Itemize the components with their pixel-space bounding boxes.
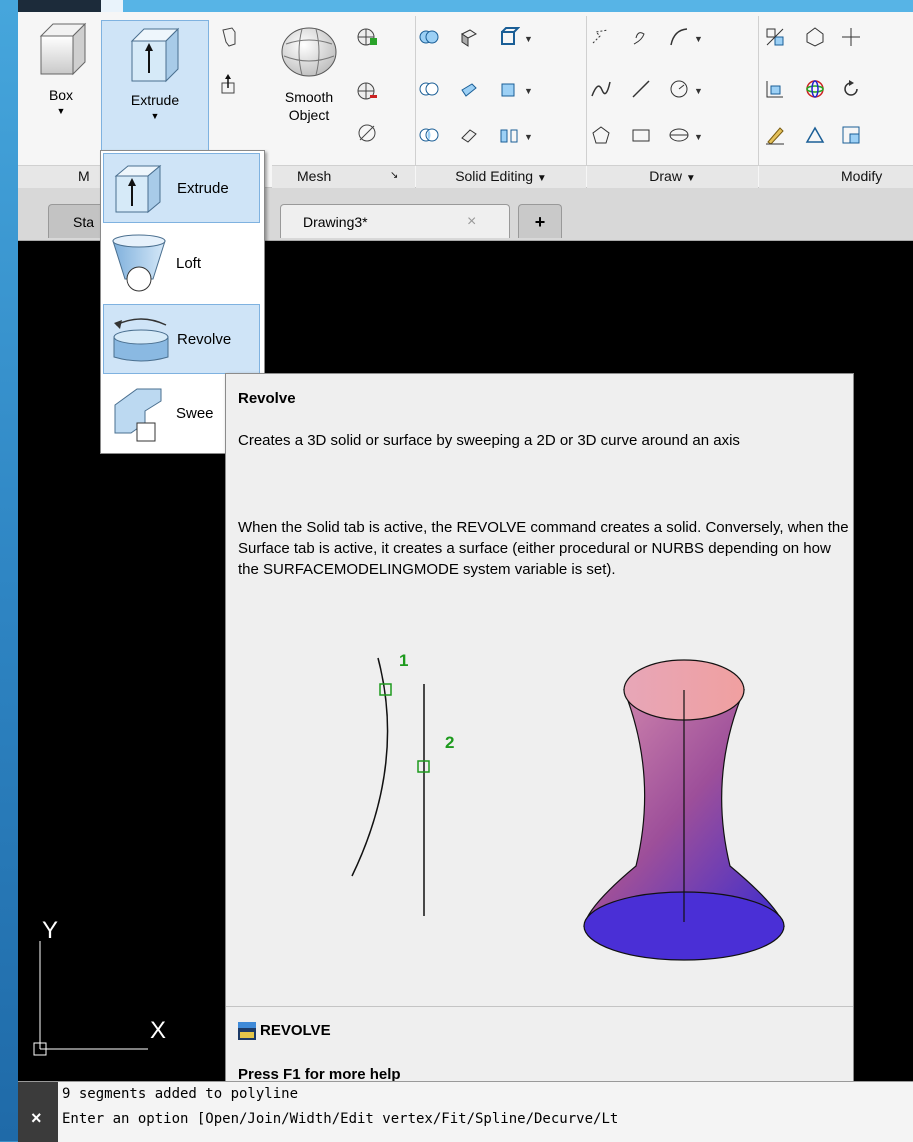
extrude-icon bbox=[114, 164, 162, 214]
menu-item-revolve[interactable]: Revolve bbox=[103, 304, 260, 374]
marker-1-label: 1 bbox=[399, 651, 409, 670]
polyline-icon[interactable] bbox=[590, 26, 612, 48]
chevron-down-icon[interactable]: ▼ bbox=[524, 34, 533, 44]
3d-mirror-icon[interactable] bbox=[804, 124, 826, 146]
rotate-icon[interactable] bbox=[840, 78, 862, 100]
rectangle-icon[interactable] bbox=[630, 124, 652, 146]
close-icon[interactable]: × bbox=[467, 205, 476, 239]
menu-item-label: Swee bbox=[176, 405, 214, 422]
polygon-icon[interactable] bbox=[590, 124, 612, 146]
command-line-grip[interactable]: × bbox=[18, 1082, 58, 1142]
interfere-icon[interactable] bbox=[458, 26, 480, 48]
new-tab-button[interactable]: + bbox=[518, 204, 562, 238]
tab-drawing3-label: Drawing3* bbox=[303, 214, 368, 230]
3d-rotate-icon[interactable] bbox=[804, 78, 826, 100]
chevron-down-icon: ▼ bbox=[150, 111, 160, 121]
gizmo-icon[interactable] bbox=[804, 26, 826, 48]
box-button[interactable]: Box ▼ bbox=[26, 18, 96, 128]
loft-icon bbox=[112, 234, 166, 292]
smooth-object-button[interactable]: Smooth Object bbox=[268, 22, 350, 152]
edit-icon[interactable] bbox=[764, 124, 786, 146]
draw-panel-title[interactable]: Draw ▼ bbox=[587, 165, 758, 188]
smooth-object-label-1: Smooth bbox=[284, 89, 334, 105]
union-icon[interactable] bbox=[418, 26, 440, 48]
ribbon-tab-strip bbox=[18, 0, 913, 12]
separate-icon[interactable] bbox=[498, 124, 520, 146]
box-label: Box bbox=[48, 87, 74, 103]
tooltip-separator bbox=[226, 1006, 853, 1007]
ucs-y-label: Y bbox=[42, 917, 59, 944]
close-icon[interactable]: × bbox=[31, 1108, 42, 1129]
chevron-down-icon: ▼ bbox=[536, 173, 547, 184]
box-icon bbox=[39, 22, 87, 76]
sweep-icon bbox=[114, 388, 162, 442]
tooltip-body: When the Solid tab is active, the REVOLV… bbox=[238, 519, 849, 578]
extract-edges-icon[interactable] bbox=[498, 26, 520, 48]
intersect-icon[interactable] bbox=[418, 124, 440, 146]
extrude-faces-icon[interactable] bbox=[498, 78, 520, 100]
tab-drawing3[interactable]: Drawing3* × bbox=[280, 204, 510, 238]
ellipse-icon[interactable] bbox=[668, 124, 690, 146]
modify-panel-title[interactable]: Modify bbox=[759, 165, 913, 188]
menu-item-label: Revolve bbox=[177, 331, 232, 348]
revolve-tooltip: Revolve Creates a 3D solid or surface by… bbox=[225, 373, 854, 1100]
command-icon bbox=[238, 1022, 256, 1040]
marker-2-label: 2 bbox=[445, 733, 455, 752]
revolve-profile-illustration bbox=[351, 657, 430, 916]
circle-icon[interactable] bbox=[668, 78, 690, 100]
chevron-down-icon[interactable]: ▼ bbox=[694, 34, 703, 44]
array-icon[interactable] bbox=[840, 124, 862, 146]
menu-item-loft[interactable]: Loft bbox=[103, 229, 260, 299]
slice-icon[interactable] bbox=[458, 78, 480, 100]
spline-icon[interactable] bbox=[590, 78, 612, 100]
subtract-icon[interactable] bbox=[418, 78, 440, 100]
refine-mesh-icon[interactable] bbox=[356, 26, 378, 48]
command-line: × 9 segments added to polyline Enter an … bbox=[18, 1081, 913, 1142]
presspull-icon[interactable] bbox=[218, 74, 240, 96]
chevron-down-icon[interactable]: ▼ bbox=[524, 132, 533, 142]
move-icon[interactable] bbox=[840, 26, 862, 48]
mesh-crease-icon[interactable] bbox=[356, 122, 378, 144]
arc-icon[interactable] bbox=[668, 26, 690, 48]
thicken-icon[interactable] bbox=[458, 124, 480, 146]
chevron-down-icon[interactable]: ▼ bbox=[694, 86, 703, 96]
menu-item-extrude[interactable]: Extrude bbox=[103, 153, 260, 223]
extrude-icon bbox=[130, 27, 180, 83]
extrude-label: Extrude bbox=[130, 92, 180, 108]
polysolid-icon[interactable] bbox=[218, 26, 240, 48]
chevron-down-icon: ▼ bbox=[685, 173, 696, 184]
mesh-panel-title[interactable]: Mesh ↘ bbox=[272, 165, 415, 188]
scale-icon[interactable] bbox=[764, 26, 786, 48]
command-prompt-line[interactable]: Enter an option [Open/Join/Width/Edit ve… bbox=[62, 1111, 618, 1127]
dialog-launcher-icon[interactable]: ↘ bbox=[390, 166, 398, 186]
smooth-object-label-2: Object bbox=[288, 107, 330, 123]
revolve-icon bbox=[113, 318, 169, 362]
revolved-solid-illustration bbox=[583, 659, 785, 961]
ucs-x-label: X bbox=[150, 1017, 167, 1044]
align-icon[interactable] bbox=[764, 78, 786, 100]
command-history-line: 9 segments added to polyline bbox=[62, 1086, 299, 1102]
chevron-down-icon[interactable]: ▼ bbox=[524, 86, 533, 96]
tooltip-description: Creates a 3D solid or surface by sweepin… bbox=[238, 432, 740, 449]
ribbon-tab-dark[interactable] bbox=[18, 0, 101, 12]
tooltip-title: Revolve bbox=[238, 390, 296, 407]
ribbon-tab-active[interactable] bbox=[101, 0, 123, 12]
menu-item-label: Extrude bbox=[177, 180, 229, 197]
chevron-down-icon[interactable]: ▼ bbox=[694, 132, 703, 142]
extrude-button[interactable]: Extrude ▼ bbox=[101, 20, 209, 153]
plus-icon: + bbox=[534, 212, 546, 232]
reduce-mesh-icon[interactable] bbox=[356, 80, 378, 102]
tooltip-command-name: REVOLVE bbox=[260, 1022, 331, 1039]
helix-icon[interactable] bbox=[630, 26, 652, 48]
chevron-down-icon: ▼ bbox=[56, 106, 66, 116]
smooth-object-icon bbox=[281, 27, 337, 77]
menu-item-label: Loft bbox=[176, 255, 202, 272]
solid-editing-panel-title[interactable]: Solid Editing ▼ bbox=[416, 165, 586, 188]
line-icon[interactable] bbox=[630, 78, 652, 100]
